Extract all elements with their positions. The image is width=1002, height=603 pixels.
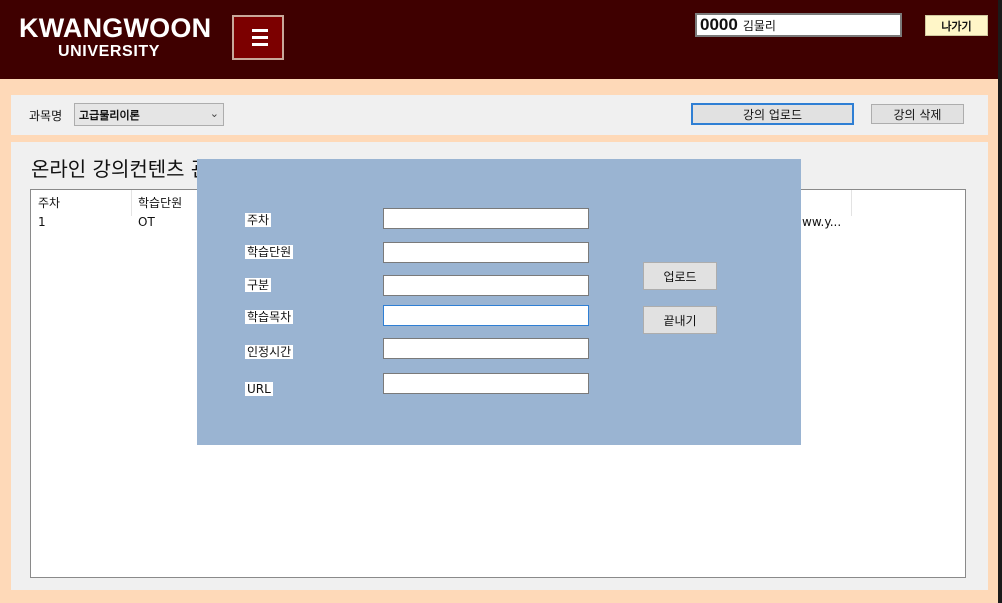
close-button[interactable]: 끝내기: [643, 306, 717, 334]
header-bar: KWANGWOON UNIVERSITY 0000 김물리 나가기: [0, 0, 998, 79]
row-url-cell[interactable]: ww.y...: [802, 215, 841, 229]
week-label: 주차: [245, 213, 272, 227]
upload-lecture-button[interactable]: 강의 업로드: [691, 103, 854, 125]
credit-time-label: 인정시간: [245, 345, 294, 359]
logo-subtitle: UNIVERSITY: [58, 43, 161, 60]
contents-label: 학습목차: [245, 310, 294, 324]
column-header-week[interactable]: 주차: [38, 194, 60, 211]
row-week-cell[interactable]: 1: [38, 215, 46, 229]
contents-input[interactable]: [383, 305, 589, 326]
exit-button[interactable]: 나가기: [925, 15, 988, 36]
url-input[interactable]: [383, 373, 589, 394]
upload-button[interactable]: 업로드: [643, 262, 717, 290]
upload-dialog: 주차 학습단원 구분 학습목차 인정시간 URL 업로드 끝내기: [197, 159, 801, 445]
logo-title: KWANGWOON: [19, 13, 212, 43]
unit-label: 학습단원: [245, 245, 294, 259]
user-name: 김물리: [742, 18, 776, 33]
week-input[interactable]: [383, 208, 589, 229]
subject-select[interactable]: 고급물리이론 ⌄: [74, 103, 224, 126]
hamburger-icon: [252, 43, 268, 46]
hamburger-menu-button[interactable]: [232, 15, 284, 60]
delete-lecture-button[interactable]: 강의 삭제: [871, 104, 964, 124]
subject-label: 과목명: [29, 109, 63, 123]
column-header-unit[interactable]: 학습단원: [138, 194, 182, 211]
user-info-box: 0000 김물리: [695, 13, 902, 37]
url-label: URL: [245, 382, 273, 396]
hamburger-icon: [252, 29, 268, 32]
subject-select-value: 고급물리이론: [79, 109, 140, 122]
chevron-down-icon: ⌄: [209, 107, 219, 120]
category-input[interactable]: [383, 275, 589, 296]
user-id: 0000: [700, 15, 738, 34]
credit-time-input[interactable]: [383, 338, 589, 359]
window-edge: [998, 0, 1002, 603]
unit-input[interactable]: [383, 242, 589, 263]
toolbar-panel: 과목명 고급물리이론 ⌄ 강의 업로드 강의 삭제: [11, 95, 988, 135]
hamburger-icon: [252, 36, 268, 39]
category-label: 구분: [245, 278, 272, 292]
column-divider[interactable]: [851, 190, 852, 216]
row-unit-cell[interactable]: OT: [138, 215, 155, 229]
app-window: KWANGWOON UNIVERSITY 0000 김물리 나가기 과목명 고급…: [0, 0, 998, 603]
column-divider[interactable]: [131, 190, 132, 216]
